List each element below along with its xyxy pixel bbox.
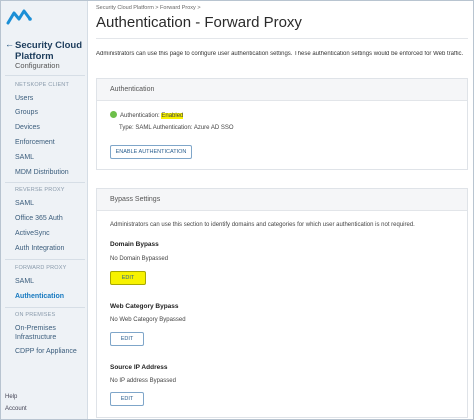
sidebar-item-reverse-saml[interactable]: SAML: [15, 200, 34, 207]
auth-type-text: Type: SAML Authentication: Azure AD SSO: [119, 125, 234, 131]
section-netskope-client: NETSKOPE CLIENT: [15, 82, 70, 88]
sidebar-item-mdm-distribution[interactable]: MDM Distribution: [15, 169, 69, 176]
sidebar-item-authentication[interactable]: Authentication: [15, 293, 64, 300]
sidebar-divider: [5, 75, 85, 76]
sidebar-divider: [5, 259, 85, 260]
sidebar-item-on-premises-infrastructure[interactable]: On-Premises Infrastructure: [15, 324, 85, 342]
sidebar-item-forward-saml[interactable]: SAML: [15, 278, 34, 285]
card-heading-bypass: Bypass Settings: [97, 189, 467, 211]
domain-bypass-edit-button[interactable]: EDIT: [110, 271, 146, 285]
authentication-card: Authentication Authentication: Enabled T…: [96, 78, 468, 170]
auth-status-label: Authentication:: [120, 113, 160, 119]
sidebar-item-activesync[interactable]: ActiveSync: [15, 230, 50, 237]
auth-status-row: Authentication: Enabled: [110, 111, 184, 119]
web-category-bypass-title: Web Category Bypass: [110, 303, 179, 310]
header-divider: [96, 38, 468, 39]
domain-bypass-value: No Domain Bypassed: [110, 256, 169, 262]
breadcrumb[interactable]: Security Cloud Platform > Forward Proxy …: [96, 5, 201, 11]
page-title: Authentication - Forward Proxy: [96, 14, 302, 31]
status-ok-icon: [110, 111, 117, 118]
sidebar: ← Security Cloud Platform Configuration …: [1, 1, 88, 419]
sidebar-item-auth-integration[interactable]: Auth Integration: [15, 245, 64, 252]
web-category-bypass-value: No Web Category Bypassed: [110, 317, 186, 323]
sidebar-item-devices[interactable]: Devices: [15, 124, 40, 131]
card-heading-authentication: Authentication: [97, 79, 467, 101]
account-link[interactable]: Account: [5, 406, 27, 412]
sidebar-item-office-365-auth[interactable]: Office 365 Auth: [15, 215, 63, 222]
netskope-logo-icon: [6, 9, 32, 25]
section-reverse-proxy: REVERSE PROXY: [15, 187, 65, 193]
sidebar-item-groups[interactable]: Groups: [15, 109, 38, 116]
sidebar-item-cdpp-appliance[interactable]: CDPP for Appliance: [15, 348, 77, 355]
back-arrow-icon[interactable]: ←: [5, 39, 14, 49]
bypass-settings-card: Bypass Settings Administrators can use t…: [96, 188, 468, 418]
source-ip-value: No IP address Bypassed: [110, 378, 176, 384]
auth-status-value: Enabled: [161, 113, 184, 119]
configuration-label: Configuration: [15, 61, 60, 70]
section-on-premises: ON PREMISES: [15, 312, 56, 318]
sidebar-divider: [5, 182, 85, 183]
sidebar-item-saml[interactable]: SAML: [15, 154, 34, 161]
section-forward-proxy: FORWARD PROXY: [15, 265, 67, 271]
platform-title[interactable]: Security Cloud Platform: [15, 40, 87, 62]
intro-text: Administrators can use this page to conf…: [96, 51, 464, 57]
sidebar-item-users[interactable]: Users: [15, 95, 33, 102]
enable-authentication-button[interactable]: ENABLE AUTHENTICATION: [110, 145, 192, 159]
bypass-description: Administrators can use this section to i…: [110, 222, 415, 228]
sidebar-item-enforcement[interactable]: Enforcement: [15, 139, 55, 146]
source-ip-edit-button[interactable]: EDIT: [110, 392, 144, 406]
source-ip-title: Source IP Address: [110, 364, 168, 371]
domain-bypass-title: Domain Bypass: [110, 241, 159, 248]
help-link[interactable]: Help: [5, 394, 17, 400]
sidebar-divider: [5, 307, 85, 308]
web-category-edit-button[interactable]: EDIT: [110, 332, 144, 346]
